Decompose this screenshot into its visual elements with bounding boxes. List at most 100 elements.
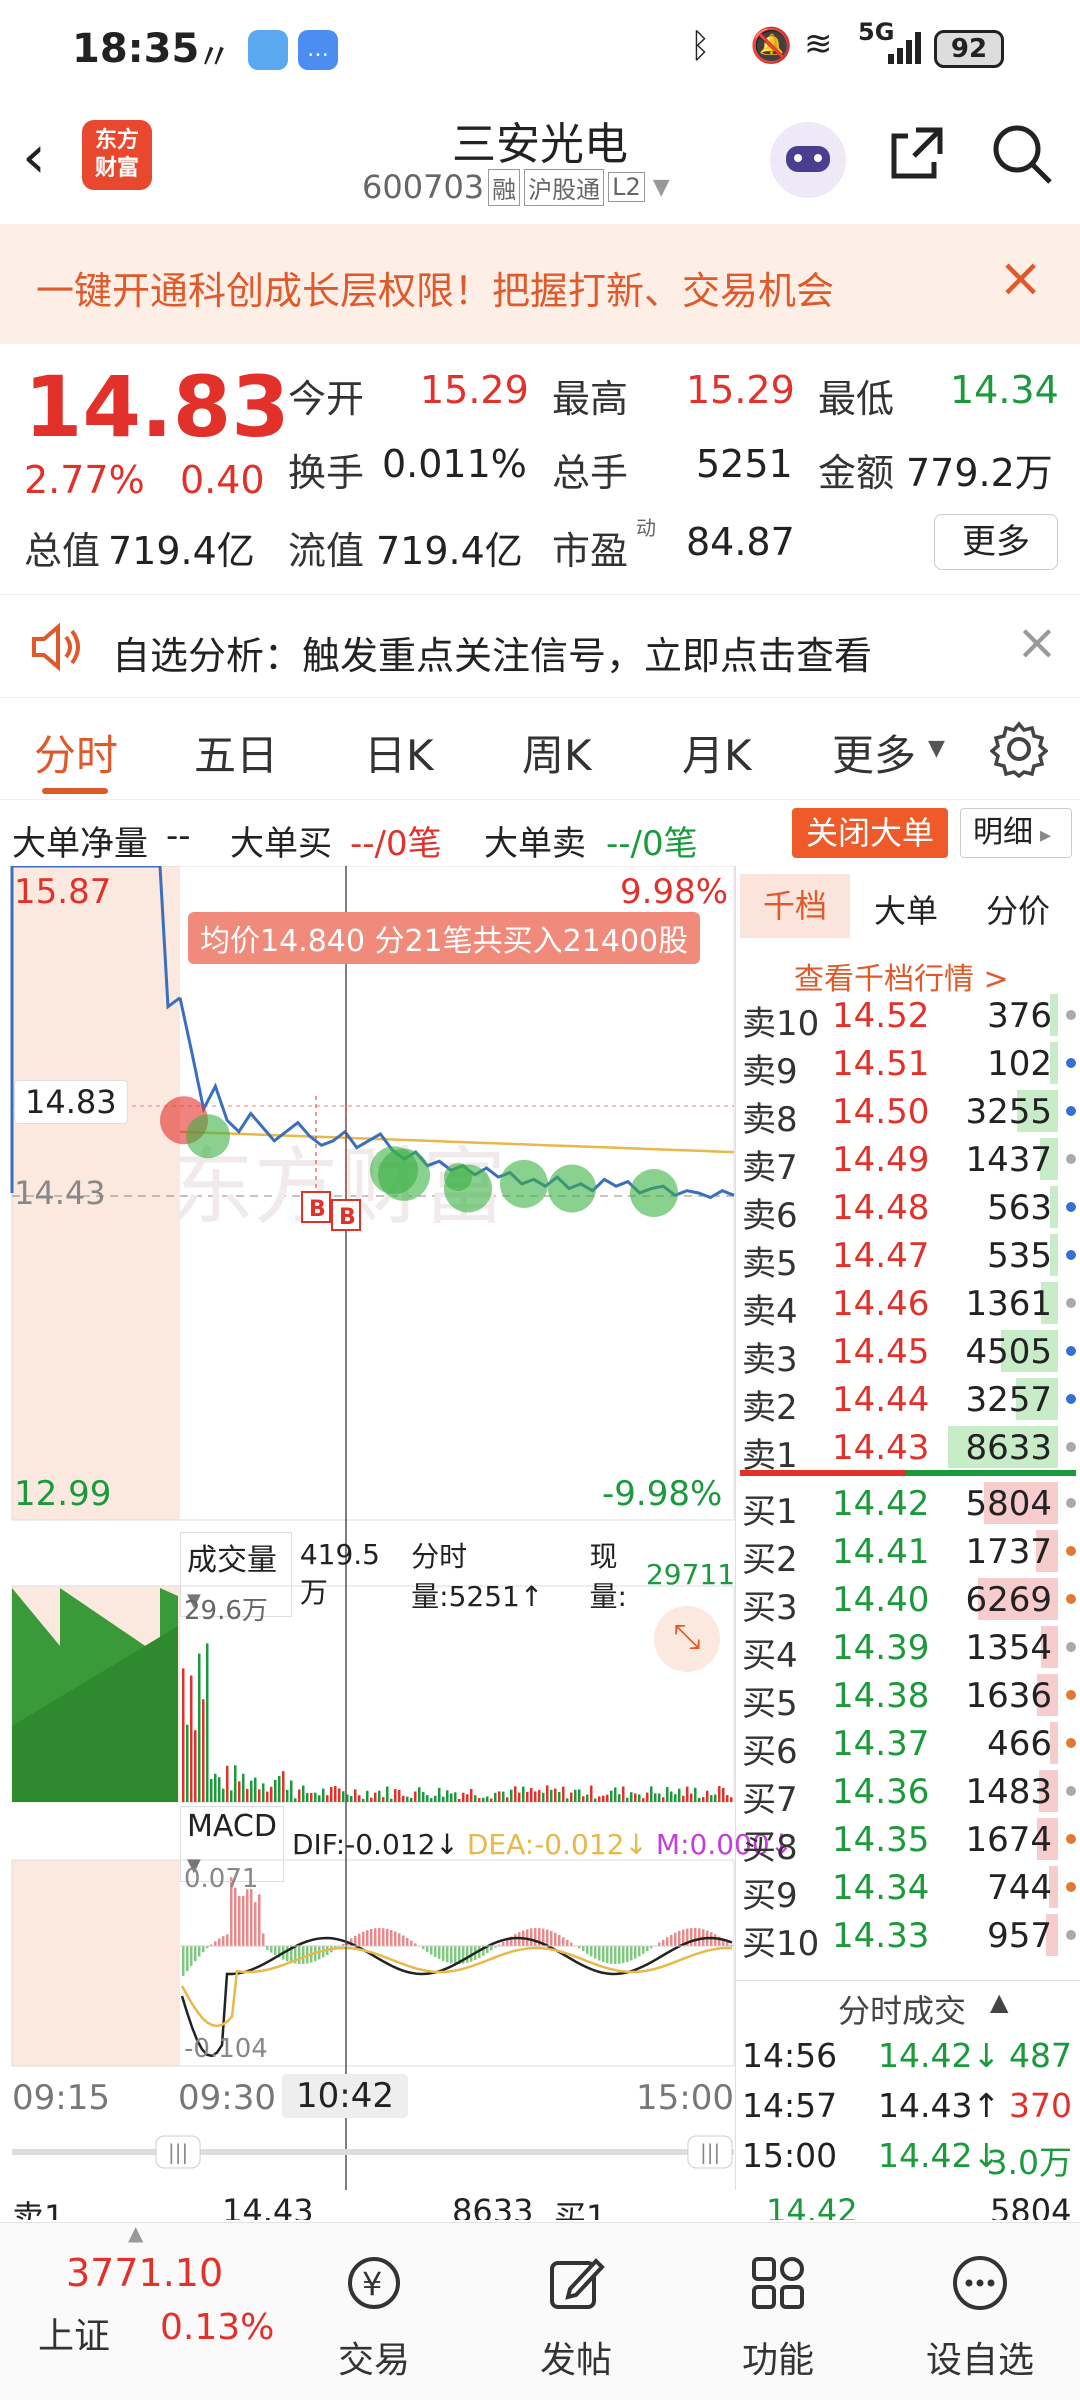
bid-row[interactable]: 买614.37466 [742, 1720, 1078, 1768]
tab-big-orders[interactable]: 大单 [874, 886, 938, 932]
tab-monthly-k[interactable]: 月K [682, 722, 752, 783]
volume-bar [434, 1796, 437, 1802]
banner-close-icon[interactable]: × [998, 246, 1043, 309]
promo-banner[interactable]: 一键开通科创成长层权限！把握打新、交易机会 × [0, 224, 1080, 344]
macd-bar [442, 1946, 445, 1961]
index-ticker[interactable]: ▲ 3771.10 上证 0.13% [0, 2223, 300, 2401]
big-order-bubble[interactable] [378, 1149, 430, 1201]
bid-row[interactable]: 买514.381636 [742, 1672, 1078, 1720]
close-big-order-button[interactable]: 关闭大单 [792, 808, 948, 858]
bid-row[interactable]: 买414.391354 [742, 1624, 1078, 1672]
big-order-bubble[interactable] [548, 1165, 596, 1213]
volume-bar [254, 1778, 257, 1802]
strip-bid-label: 买1 [554, 2192, 606, 2220]
level-price: 14.35 [832, 1820, 929, 1860]
tab-price-dist[interactable]: 分价 [986, 886, 1050, 932]
macd-bar [302, 1946, 305, 1964]
level-volume: 1361 [965, 1284, 1052, 1324]
analysis-close-icon[interactable]: × [1016, 613, 1058, 671]
tab-level-book[interactable]: 千档 [740, 874, 850, 938]
message-app-icon: … [298, 30, 338, 70]
ask-row[interactable]: 卖214.443257 [742, 1376, 1078, 1424]
volume-bar [574, 1790, 577, 1802]
bid-row[interactable]: 买314.406269 [742, 1576, 1078, 1624]
tab-daily-k[interactable]: 日K [364, 722, 434, 783]
trade-price: 14.42↓ [878, 2036, 1000, 2075]
macd-bar [670, 1935, 673, 1946]
volume-bar [422, 1792, 425, 1802]
analysis-notice[interactable]: 自选分析：触发重点关注信号，立即点击查看 × [0, 594, 1080, 698]
bid-row[interactable]: 买714.361483 [742, 1768, 1078, 1816]
svg-text:¥: ¥ [362, 2265, 382, 2303]
macd-bar [262, 1933, 265, 1946]
more-button[interactable]: 更多 [934, 514, 1058, 570]
book-divider-bid [906, 1470, 1076, 1476]
nav-function[interactable]: 功能 [678, 2223, 878, 2401]
time-label-open: 09:30 [178, 2078, 276, 2118]
ask-row[interactable]: 卖414.461361 [742, 1280, 1078, 1328]
volume-bar [686, 1787, 689, 1802]
macd-bar [446, 1946, 449, 1962]
assistant-robot-icon[interactable] [770, 122, 846, 198]
volume-bar [730, 1797, 733, 1802]
nav-add-watchlist[interactable]: 设自选 [880, 2223, 1080, 2401]
trade-time: 14:56 [742, 2036, 837, 2075]
expand-chart-icon[interactable]: ⤡ [654, 1606, 720, 1672]
tab-intraday[interactable]: 分时 [34, 722, 118, 783]
tab-more[interactable]: 更多 [832, 722, 916, 783]
open-value: 15.29 [420, 368, 529, 412]
ask-row[interactable]: 卖914.51102 [742, 1040, 1078, 1088]
trade-row: 15:0014.42↓3.0万 [742, 2132, 1078, 2182]
search-icon[interactable] [990, 122, 1054, 190]
ask-row[interactable]: 卖314.454505 [742, 1328, 1078, 1376]
big-order-bubble[interactable] [630, 1169, 678, 1217]
bid-row[interactable]: 买1014.33957 [742, 1912, 1078, 1960]
ask-row[interactable]: 卖714.491437 [742, 1136, 1078, 1184]
ask-row[interactable]: 卖1014.52376 [742, 992, 1078, 1040]
volume-bar [690, 1794, 693, 1802]
volume-bar [242, 1774, 245, 1802]
macd-bar [618, 1946, 621, 1964]
share-icon[interactable] [886, 122, 948, 188]
ask-row[interactable]: 卖114.438633 [742, 1424, 1078, 1472]
volume-bar [410, 1798, 413, 1802]
bid-row[interactable]: 买214.411737 [742, 1528, 1078, 1576]
dropdown-triangle-icon[interactable]: ▼ [653, 175, 670, 200]
level-label: 买10 [742, 1916, 819, 1965]
volume-max-label: 29.6万 [184, 1590, 268, 1627]
macd-bar [694, 1928, 697, 1946]
big-order-bubble[interactable] [186, 1114, 230, 1158]
nav-post[interactable]: 发帖 [476, 2223, 676, 2401]
ask-row[interactable]: 卖614.48563 [742, 1184, 1078, 1232]
level-label: 买8 [742, 1820, 798, 1869]
bid-row[interactable]: 买914.34744 [742, 1864, 1078, 1912]
volume-label: 总手 [552, 442, 628, 497]
nav-trade[interactable]: ¥ 交易 [274, 2223, 474, 2401]
volume-bar [562, 1787, 565, 1802]
big-order-bubble[interactable] [500, 1160, 548, 1208]
y-min-label: 12.99 [14, 1474, 111, 1514]
tab-five-day[interactable]: 五日 [194, 722, 278, 783]
intraday-chart-svg[interactable]: 东方财富 B B ||| ||| [0, 866, 735, 2190]
level-volume: 1674 [965, 1820, 1052, 1860]
ask-row[interactable]: 卖514.47535 [742, 1232, 1078, 1280]
bid-row[interactable]: 买114.425804 [742, 1480, 1078, 1528]
volume-bar [266, 1792, 269, 1802]
macd-bar [622, 1946, 625, 1963]
back-button[interactable]: ‹ [22, 122, 46, 192]
prev-close-tag: 14.43 [14, 1174, 106, 1212]
tab-weekly-k[interactable]: 周K [522, 722, 592, 783]
macd-bar [586, 1946, 589, 1954]
macd-bar [550, 1931, 553, 1946]
big-order-bubble[interactable] [444, 1165, 492, 1213]
detail-button[interactable]: 明细 ▸ [960, 808, 1072, 858]
ask-row[interactable]: 卖814.503255 [742, 1088, 1078, 1136]
trades-title[interactable]: 分时成交 [838, 1986, 966, 2032]
trade-volume: 487 [1009, 2036, 1072, 2075]
bid-row[interactable]: 买814.351674 [742, 1816, 1078, 1864]
big-buy-label: 大单买 [230, 816, 332, 865]
settings-gear-icon[interactable] [990, 720, 1048, 782]
app-logo[interactable]: 东方 财富 [82, 120, 152, 190]
intraday-chart-area[interactable]: 东方财富 B B ||| ||| 15.87 9.98% 12.99 -9.98… [0, 866, 735, 2190]
level-label: 卖6 [742, 1188, 798, 1237]
